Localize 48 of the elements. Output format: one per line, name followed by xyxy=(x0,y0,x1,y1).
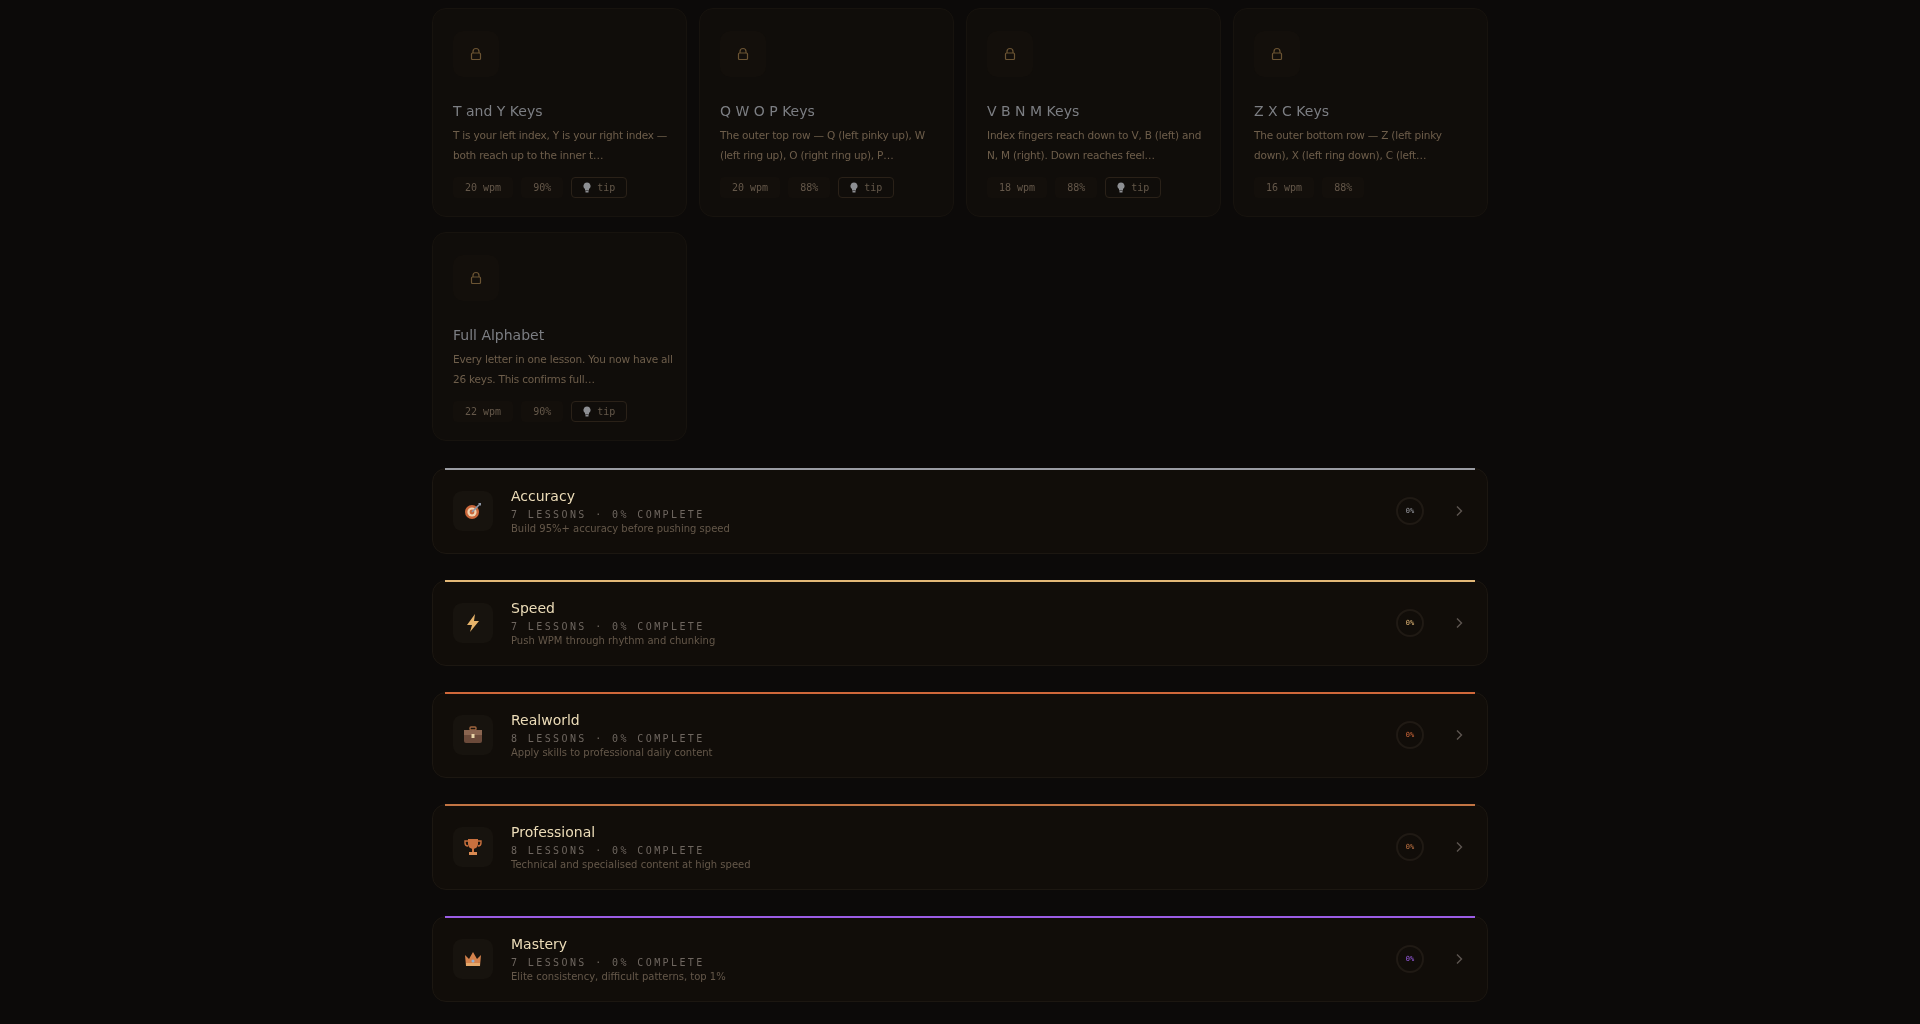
section-progress-text: 7 LESSONS · 0% COMPLETE xyxy=(511,621,706,632)
lightbulb-icon xyxy=(583,182,592,193)
lightbulb-icon xyxy=(1117,182,1126,193)
lesson-title: Full Alphabet xyxy=(453,327,546,343)
section-description: Technical and specialised content at high speed xyxy=(511,859,752,870)
trophy-icon xyxy=(453,827,493,867)
lesson-title: V B N M Keys xyxy=(987,103,1081,119)
lightbulb-icon xyxy=(850,182,859,193)
lesson-description: T is your left index, Y is your right index — both reach up to the inner t… xyxy=(453,128,669,163)
lightning-icon xyxy=(453,603,493,643)
tip-button[interactable]: tip xyxy=(1105,177,1162,198)
lesson-card[interactable]: Full Alphabet Every letter in one lesson. You now have all 26 keys. This confirms full… 22 wpm 90% tip xyxy=(432,232,687,441)
tip-button[interactable]: tip xyxy=(571,401,628,422)
lesson-card[interactable]: V B N M Keys Index fingers reach down to V, B (left) and N, M (right). Down reaches feel… 18 wpm 88% tip xyxy=(966,8,1221,217)
lesson-card[interactable]: Z X C Keys The outer bottom row — Z (left pinky down), X (left ring down), C (left… 16 wpm 88% xyxy=(1233,8,1488,217)
tip-button[interactable]: tip xyxy=(838,177,895,198)
briefcase-icon xyxy=(453,715,493,755)
section-progress-text: 8 LESSONS · 0% COMPLETE xyxy=(511,845,706,856)
chevron-icon xyxy=(1455,729,1463,741)
lesson-description: The outer top row — Q (left pinky up), W (left ring up), O (right ring up), P… xyxy=(720,128,926,163)
lesson-title: T and Y Keys xyxy=(453,103,544,119)
chevron-icon xyxy=(1455,953,1463,965)
crown-icon xyxy=(453,939,493,979)
chevron-icon xyxy=(1455,841,1463,853)
lesson-title: Q W O P Keys xyxy=(720,103,816,119)
section-title: Speed xyxy=(511,600,556,616)
lesson-description: Index fingers reach down to V, B (left) and N, M (right). Down reaches feel… xyxy=(987,128,1203,163)
section-description: Push WPM through rhythm and chunking xyxy=(511,635,717,646)
lightbulb-icon xyxy=(583,406,592,417)
section-description: Apply skills to professional daily content xyxy=(511,747,714,758)
section-description: Elite consistency, difficult patterns, top 1% xyxy=(511,971,727,982)
section-title: Accuracy xyxy=(511,488,576,504)
chevron-icon xyxy=(1455,617,1463,629)
section-progress-text: 7 LESSONS · 0% COMPLETE xyxy=(511,509,706,520)
chevron-icon xyxy=(1455,505,1463,517)
section-progress-text: 7 LESSONS · 0% COMPLETE xyxy=(511,957,706,968)
lesson-card[interactable]: Q W O P Keys The outer top row — Q (left pinky up), W (left ring up), O (right ring up), P… 20 wpm 88% tip xyxy=(699,8,954,217)
section-description: Build 95%+ accuracy before pushing speed xyxy=(511,523,731,534)
lesson-title: Z X C Keys xyxy=(1254,103,1330,119)
section-progress-text: 8 LESSONS · 0% COMPLETE xyxy=(511,733,706,744)
section-title: Mastery xyxy=(511,936,569,952)
lesson-description: The outer bottom row — Z (left pinky down), X (left ring down), C (left… xyxy=(1254,128,1443,163)
target-icon xyxy=(453,491,493,531)
section-title: Realworld xyxy=(511,712,581,728)
lesson-card[interactable]: T and Y Keys T is your left index, Y is your right index — both reach up to the inner t… 20 wpm 90% tip xyxy=(432,8,687,217)
lesson-description: Every letter in one lesson. You now have all 26 keys. This confirms full… xyxy=(453,352,674,387)
tip-button[interactable]: tip xyxy=(571,177,628,198)
section-title: Professional xyxy=(511,824,597,840)
